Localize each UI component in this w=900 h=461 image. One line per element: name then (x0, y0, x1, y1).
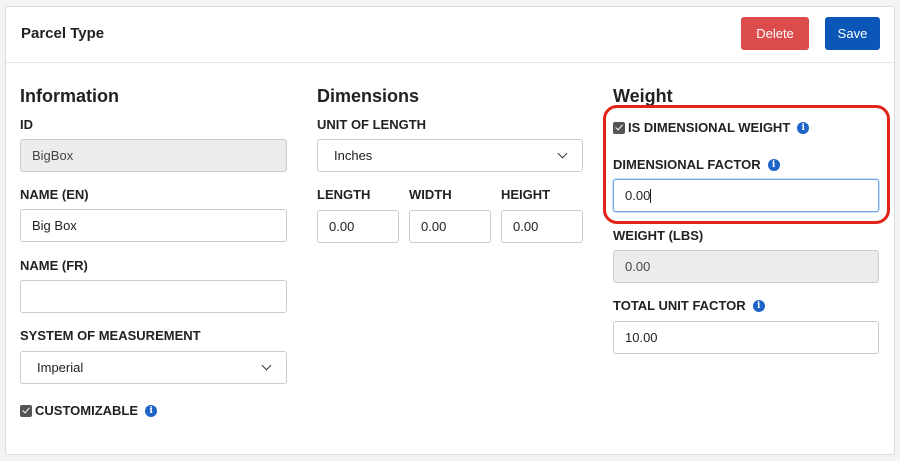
total-unit-factor-label-row: TOTAL UNIT FACTOR i (613, 298, 765, 313)
is-dimensional-weight-label: IS DIMENSIONAL WEIGHT (628, 120, 791, 135)
length-field[interactable] (317, 210, 399, 243)
chevron-down-icon (261, 360, 272, 371)
dimensional-factor-label: DIMENSIONAL FACTOR (613, 157, 761, 172)
unit-of-length-label: UNIT OF LENGTH (317, 117, 427, 132)
customizable-checkbox[interactable] (20, 404, 32, 417)
is-dimensional-weight-row: IS DIMENSIONAL WEIGHT i (613, 120, 810, 135)
text-caret (650, 188, 652, 203)
height-label: HEIGHT (501, 187, 551, 202)
system-of-measurement-value: Imperial (37, 360, 84, 375)
system-of-measurement-label: SYSTEM OF MEASUREMENT (20, 328, 201, 343)
weight-lbs-field (613, 250, 879, 283)
total-unit-factor-label: TOTAL UNIT FACTOR (613, 298, 746, 313)
unit-of-length-select[interactable]: Inches (317, 139, 583, 172)
name-en-field[interactable] (20, 209, 287, 242)
system-of-measurement-select[interactable]: Imperial (20, 351, 287, 384)
height-field[interactable] (501, 210, 583, 243)
info-icon[interactable]: i (145, 404, 158, 417)
page-title: Parcel Type (21, 25, 105, 42)
is-dimensional-weight-checkbox[interactable] (613, 121, 625, 134)
dimensional-factor-value: 0.00 (625, 188, 651, 203)
info-icon[interactable]: i (797, 121, 810, 134)
save-button[interactable]: Save (825, 17, 880, 50)
id-label: ID (20, 117, 33, 132)
dimensional-factor-field[interactable]: 0.00 (613, 179, 879, 212)
name-fr-field[interactable] (20, 280, 287, 313)
name-fr-label: NAME (FR) (20, 258, 88, 273)
information-heading: Information (20, 86, 119, 106)
width-field[interactable] (409, 210, 491, 243)
total-unit-factor-field[interactable] (613, 321, 879, 354)
customizable-label: CUSTOMIZABLE (35, 403, 139, 418)
id-field (20, 139, 287, 172)
chevron-down-icon (557, 148, 568, 159)
dimensions-heading: Dimensions (317, 86, 420, 106)
width-label: WIDTH (409, 187, 452, 202)
weight-heading: Weight (613, 86, 673, 106)
delete-button[interactable]: Delete (741, 17, 809, 50)
name-en-label: NAME (EN) (20, 187, 89, 202)
unit-of-length-value: Inches (334, 148, 373, 163)
info-icon[interactable]: i (767, 158, 780, 171)
weight-lbs-label: WEIGHT (LBS) (613, 228, 704, 243)
dimensional-factor-label-row: DIMENSIONAL FACTOR i (613, 157, 780, 172)
customizable-row: CUSTOMIZABLE i (20, 403, 158, 418)
length-label: LENGTH (317, 187, 371, 202)
card-header: Parcel Type Delete Save (6, 7, 894, 63)
info-icon[interactable]: i (752, 299, 765, 312)
